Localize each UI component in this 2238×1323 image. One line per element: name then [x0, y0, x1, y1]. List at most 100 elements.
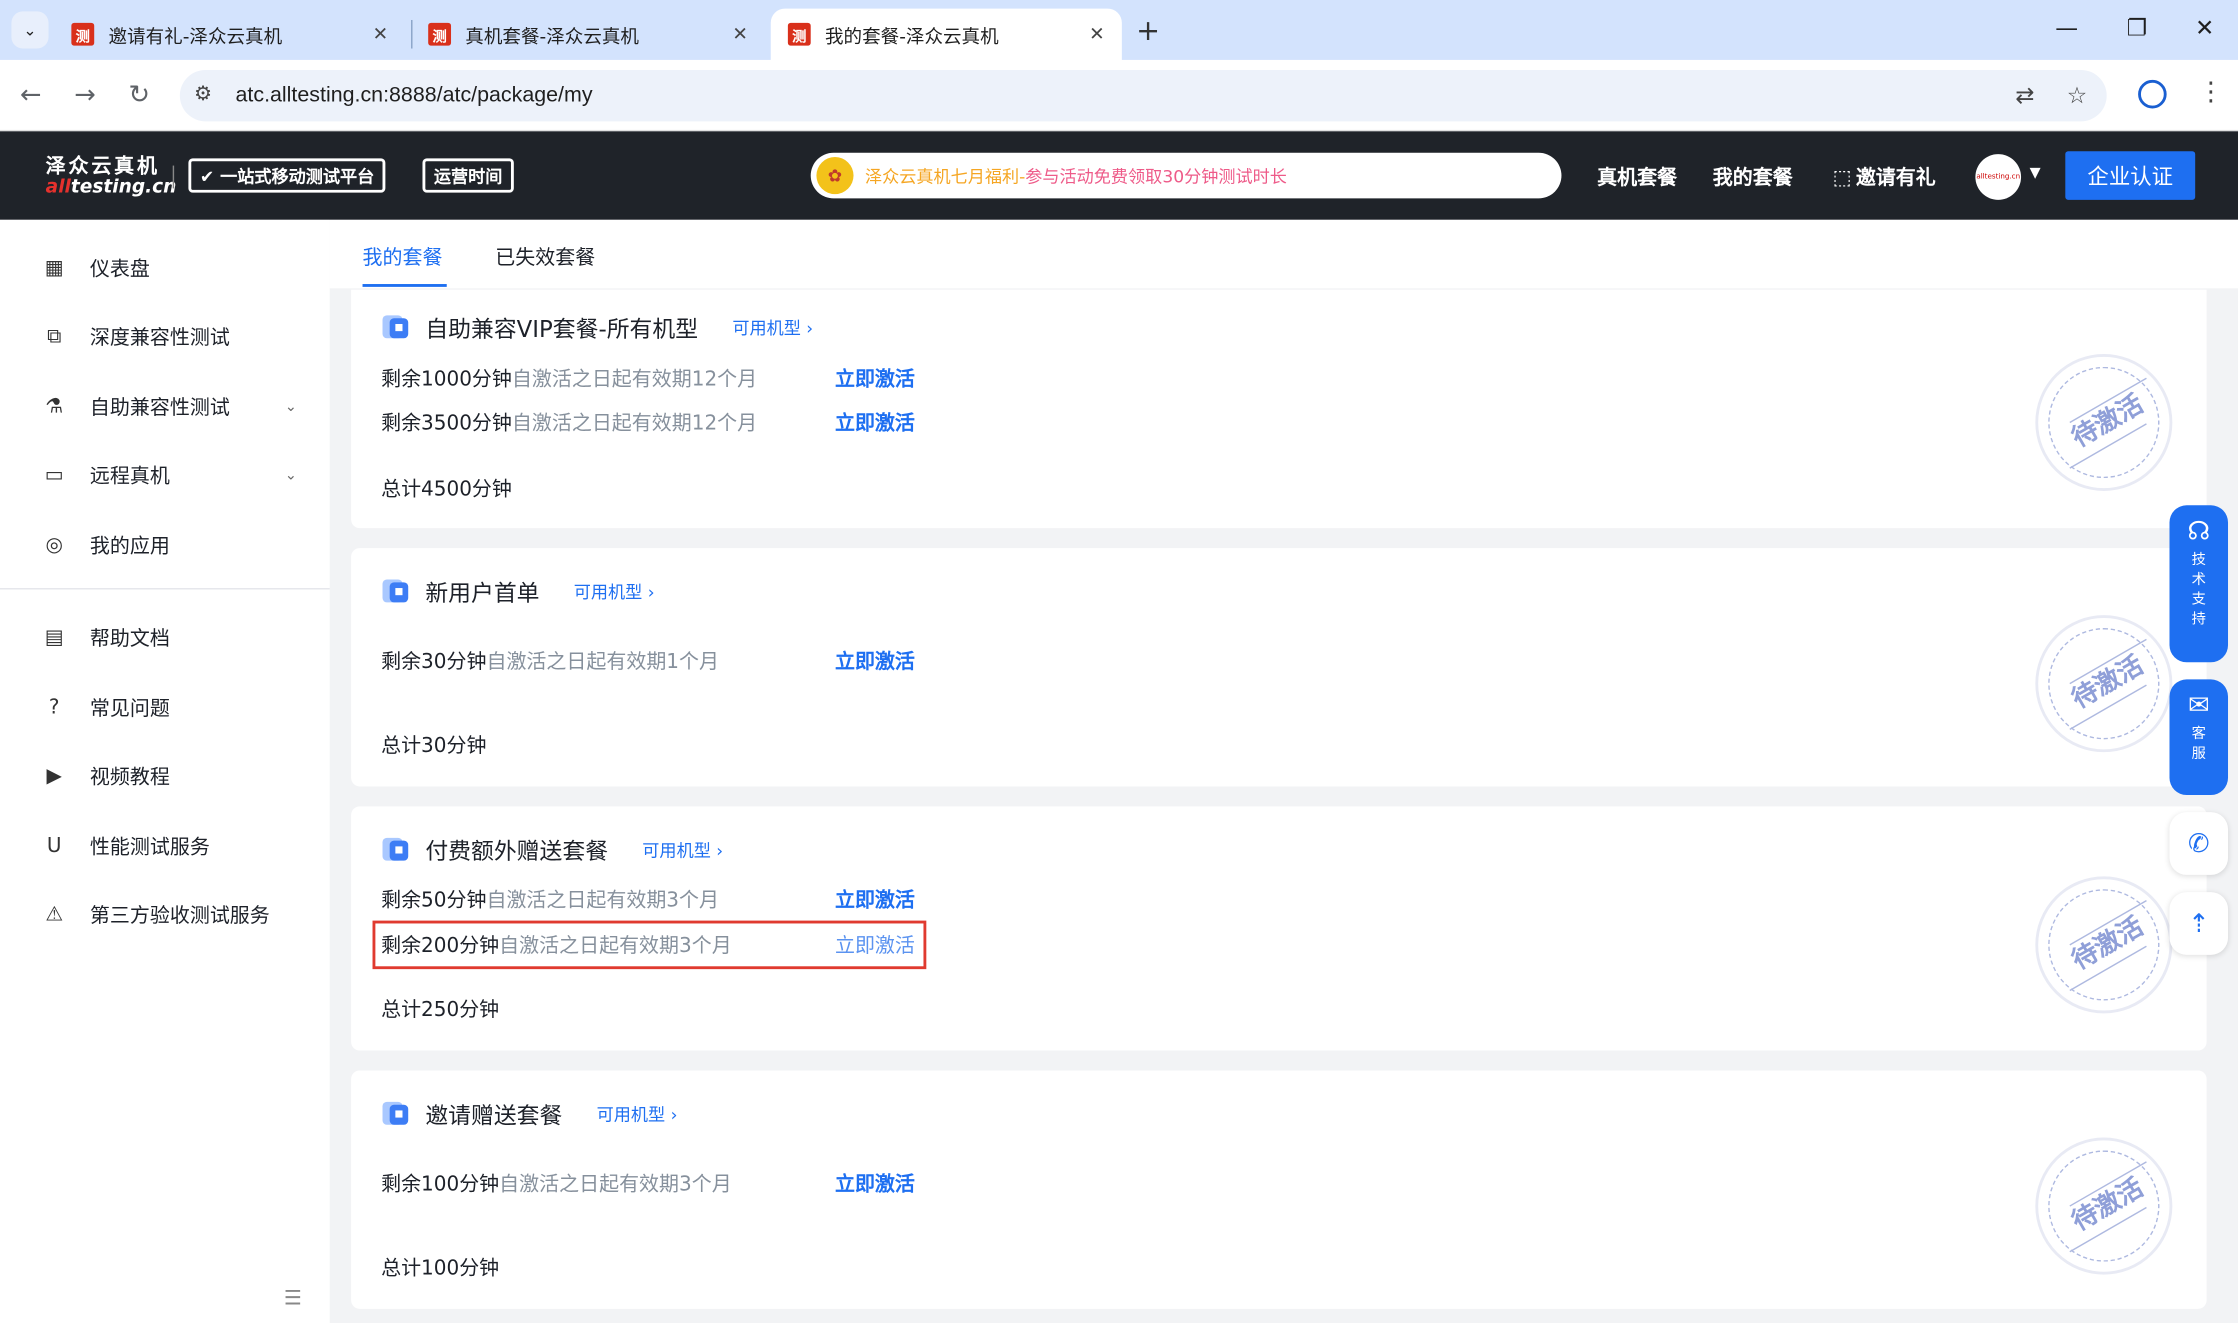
enterprise-auth-button[interactable]: 企业认证 — [2065, 151, 2196, 200]
chevron-down-icon: ⌄ — [284, 398, 297, 415]
package-row: 剩余1000分钟自激活之日起有效期12个月 — [381, 364, 757, 393]
tab-search-menu-icon[interactable]: ⌄ — [11, 11, 49, 49]
logo-cn[interactable]: 泽众云真机 — [46, 151, 160, 180]
sidebar-item-video[interactable]: ▶ 视频教程 — [40, 762, 297, 791]
active-tab-indicator — [362, 284, 447, 287]
logo-en[interactable]: alltesting.cn — [46, 177, 177, 198]
package-row: 剩余30分钟自激活之日起有效期1个月 — [381, 647, 719, 676]
activate-button[interactable]: 立即激活 — [835, 1169, 915, 1198]
sidebar-item-faq[interactable]: ? 常见问题 — [40, 694, 297, 723]
remaining-minutes: 剩余100分钟 — [381, 1173, 500, 1197]
restore-icon[interactable]: ❐ — [2127, 14, 2147, 41]
sidebar-item-label: 性能测试服务 — [89, 836, 210, 860]
package-total: 总计250分钟 — [381, 999, 500, 1022]
tab-my-packages[interactable]: 我的套餐 — [363, 243, 443, 272]
package-title: 邀请赠送套餐 可用机型 › — [382, 1096, 678, 1130]
tech-support-button[interactable]: ☊ 技术支持 — [2169, 505, 2229, 663]
sidebar-item-label: 第三方验收测试服务 — [89, 904, 270, 928]
sidebar-item-perf-test[interactable]: U 性能测试服务 — [40, 832, 297, 861]
sidebar-item-label: 视频教程 — [89, 766, 170, 790]
phone-icon[interactable]: ✆ — [2169, 812, 2229, 875]
package-card: 付费额外赠送套餐 可用机型 › 剩余50分钟自激活之日起有效期3个月 立即激活 … — [351, 806, 2207, 1051]
package-name: 新用户首单 — [425, 579, 540, 607]
app-icon: ◎ — [45, 533, 63, 557]
package-row: 剩余50分钟自激活之日起有效期3个月 — [381, 885, 719, 914]
site-header: 泽众云真机 alltesting.cn ✔ 一站式移动测试平台 运营时间 ✿ 泽… — [0, 131, 2238, 220]
avatar[interactable]: alltesting.cn — [1975, 154, 2022, 200]
sidebar-item-my-apps[interactable]: ◎ 我的应用 — [40, 531, 297, 560]
collapse-sidebar-icon[interactable]: ☰ — [284, 1287, 302, 1310]
sidebar-item-dashboard[interactable]: ▦ 仪表盘 — [40, 254, 297, 283]
tab-close-icon[interactable]: ✕ — [373, 24, 389, 45]
translate-icon[interactable]: ⇄ — [2015, 81, 2034, 108]
browser-menu-icon[interactable]: ⋮ — [2198, 77, 2224, 107]
activate-button[interactable]: 立即激活 — [835, 931, 915, 960]
site-favicon-icon: 测 — [787, 22, 811, 46]
activate-button[interactable]: 立即激活 — [835, 647, 915, 676]
window-close-icon[interactable]: ✕ — [2195, 14, 2214, 41]
operating-hours-button[interactable]: 运营时间 — [422, 158, 514, 193]
validity-text: 自激活之日起有效期3个月 — [499, 1173, 732, 1197]
bookmark-star-icon[interactable]: ☆ — [2067, 81, 2087, 108]
promo-notice[interactable]: ✿ 泽众云真机七月福利-参与活动免费领取30分钟测试时长 — [810, 152, 1562, 199]
question-icon: ? — [48, 696, 60, 720]
available-models-link[interactable]: 可用机型 › — [574, 579, 655, 603]
package-row: 剩余3500分钟自激活之日起有效期12个月 — [381, 408, 757, 437]
browser-tab-my-packages[interactable]: 测 我的套餐-泽众云真机 ✕ — [770, 8, 1122, 60]
url-text[interactable]: atc.alltesting.cn:8888/atc/package/my — [236, 83, 593, 107]
activate-button[interactable]: 立即激活 — [835, 364, 915, 393]
available-models-link[interactable]: 可用机型 › — [642, 837, 723, 861]
sidebar-divider — [0, 588, 330, 590]
site-favicon-icon: 测 — [428, 22, 452, 46]
forward-icon[interactable]: → — [74, 80, 96, 110]
minimize-icon[interactable]: — — [2055, 14, 2078, 41]
package-icon — [382, 1099, 412, 1128]
caret-down-icon[interactable]: ▼ — [2030, 166, 2041, 182]
package-icon — [382, 313, 412, 342]
gift-icon: ⬚ — [1832, 166, 1852, 190]
package-name: 邀请赠送套餐 — [425, 1101, 563, 1129]
tab-close-icon[interactable]: ✕ — [732, 24, 748, 45]
sidebar-item-help-docs[interactable]: ▤ 帮助文档 — [40, 624, 297, 653]
sidebar-item-self-compat[interactable]: ⚗ 自助兼容性测试 ⌄ — [40, 393, 297, 422]
available-models-link[interactable]: 可用机型 › — [597, 1101, 678, 1125]
tab-expired-packages[interactable]: 已失效套餐 — [495, 243, 595, 272]
profile-icon[interactable] — [2138, 79, 2167, 109]
pending-activation-stamp: 待激活 — [2035, 876, 2173, 1014]
sidebar-item-label: 自助兼容性测试 — [89, 396, 230, 420]
tab-title: 邀请有礼-泽众云真机 — [108, 26, 283, 48]
package-row: 剩余200分钟自激活之日起有效期3个月 — [381, 931, 732, 960]
device-icon: ▭ — [44, 463, 64, 487]
wechat-icon: ✉ — [2187, 690, 2210, 721]
back-icon[interactable]: ← — [20, 80, 42, 110]
magnet-icon: U — [46, 834, 62, 858]
customer-service-button[interactable]: ✉ 客服 — [2169, 679, 2229, 796]
validity-text: 自激活之日起有效期12个月 — [511, 368, 758, 392]
sidebar-item-deep-compat[interactable]: ⧉ 深度兼容性测试 — [40, 323, 297, 352]
site-info-icon[interactable]: ⚙ — [194, 83, 212, 106]
sidebar-item-acceptance[interactable]: ⚠ 第三方验收测试服务 — [40, 901, 297, 930]
browser-tabstrip: ⌄ 测 邀请有礼-泽众云真机 ✕ 测 真机套餐-泽众云真机 ✕ 测 我的套餐-泽… — [0, 0, 2238, 60]
pending-activation-stamp: 待激活 — [2035, 353, 2173, 491]
browser-tab-invite[interactable]: 测 邀请有礼-泽众云真机 ✕ — [54, 9, 405, 60]
remaining-minutes: 剩余50分钟 — [381, 889, 487, 913]
reload-icon[interactable]: ↻ — [128, 80, 150, 110]
address-bar[interactable]: ⚙ atc.alltesting.cn:8888/atc/package/my … — [179, 69, 2107, 122]
sidebar-item-remote-device[interactable]: ▭ 远程真机 ⌄ — [40, 461, 297, 490]
tab-title: 我的套餐-泽众云真机 — [824, 26, 999, 48]
package-title: 新用户首单 可用机型 › — [382, 574, 655, 608]
nav-invite[interactable]: ⬚ 邀请有礼 — [1833, 163, 1936, 192]
nav-my-packages[interactable]: 我的套餐 — [1713, 163, 1793, 192]
promo-badge-icon: ✿ — [816, 157, 854, 195]
book-icon: ▤ — [44, 626, 64, 650]
sidebar-item-label: 帮助文档 — [89, 628, 170, 651]
package-icon — [382, 835, 412, 864]
back-to-top-icon[interactable]: ⇡ — [2169, 892, 2229, 955]
new-tab-icon[interactable]: + — [1136, 13, 1160, 47]
tab-close-icon[interactable]: ✕ — [1089, 24, 1105, 45]
available-models-link[interactable]: 可用机型 › — [732, 315, 813, 339]
nav-packages[interactable]: 真机套餐 — [1597, 163, 1677, 192]
activate-button[interactable]: 立即激活 — [835, 885, 915, 914]
activate-button[interactable]: 立即激活 — [835, 408, 915, 437]
browser-tab-packages[interactable]: 测 真机套餐-泽众云真机 ✕ — [411, 9, 765, 60]
